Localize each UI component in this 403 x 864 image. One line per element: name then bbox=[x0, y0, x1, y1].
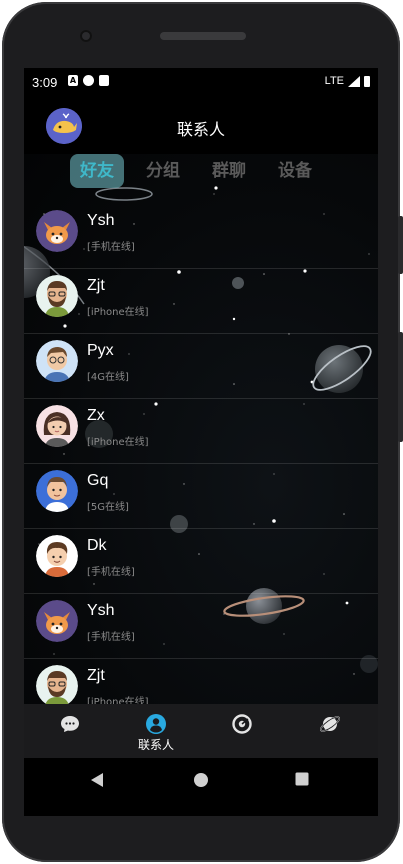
notification-icons: A bbox=[68, 75, 109, 86]
planet-icon bbox=[320, 716, 340, 732]
earpiece-speaker bbox=[160, 32, 246, 40]
nav-moments[interactable] bbox=[212, 704, 272, 758]
nav-contacts-label: 联系人 bbox=[137, 738, 174, 752]
contact-row[interactable]: Pyx [4G在线] bbox=[24, 334, 378, 399]
contact-name: Zjt bbox=[87, 277, 105, 294]
status-time: 3:09 bbox=[32, 75, 58, 90]
moments-icon bbox=[232, 714, 252, 734]
signal-icon bbox=[348, 75, 360, 87]
contact-row[interactable]: Zjt [iPhone在线] bbox=[24, 659, 378, 704]
contacts-panel: 好友 分组 群聊 设备 Ysh [手机在线] Zjt [iPhone在线] Py… bbox=[24, 154, 378, 704]
contact-status: [iPhone在线] bbox=[87, 437, 149, 448]
bearded-man-avatar bbox=[36, 665, 78, 704]
contacts-icon bbox=[146, 714, 166, 734]
tab-group-chats[interactable]: 群聊 bbox=[202, 154, 256, 188]
contact-status: [5G在线] bbox=[87, 502, 129, 513]
contact-row[interactable]: Gq [5G在线] bbox=[24, 464, 378, 529]
network-type: LTE bbox=[324, 75, 344, 87]
woman-avatar bbox=[36, 405, 78, 447]
contact-row[interactable]: Zx [iPhone在线] bbox=[24, 399, 378, 464]
contact-status: [iPhone在线] bbox=[87, 307, 149, 318]
app-notification-icon bbox=[83, 75, 94, 86]
contact-name: Zjt bbox=[87, 667, 105, 684]
contact-tabs: 好友 分组 群聊 设备 bbox=[70, 154, 322, 188]
status-bar: 3:09 A LTE bbox=[24, 68, 378, 96]
page-title: 联系人 bbox=[176, 120, 225, 139]
tab-friends[interactable]: 好友 bbox=[70, 154, 124, 188]
nav-explore[interactable] bbox=[300, 704, 360, 758]
boy-avatar bbox=[36, 535, 78, 577]
system-navigation bbox=[24, 758, 378, 816]
contact-name: Gq bbox=[87, 472, 109, 489]
contact-row[interactable]: Ysh [手机在线] bbox=[24, 594, 378, 659]
contact-row[interactable]: Ysh [手机在线] bbox=[24, 204, 378, 269]
contact-status: [4G在线] bbox=[87, 372, 129, 383]
contact-status: [iPhone在线] bbox=[87, 697, 149, 704]
chat-bubble-icon bbox=[61, 716, 79, 732]
fox-avatar bbox=[36, 600, 78, 642]
front-camera bbox=[80, 30, 92, 42]
status-right: LTE bbox=[325, 75, 370, 87]
contact-status: [手机在线] bbox=[87, 632, 135, 643]
bottom-nav: 联系人 bbox=[24, 704, 378, 758]
contact-row[interactable]: Zjt [iPhone在线] bbox=[24, 269, 378, 334]
battery-icon bbox=[364, 75, 370, 87]
contact-name: Dk bbox=[87, 537, 107, 554]
fox-avatar bbox=[36, 210, 78, 252]
top-bar: 联系人 bbox=[24, 96, 378, 154]
tab-devices[interactable]: 设备 bbox=[268, 154, 322, 188]
contact-row[interactable]: Dk [手机在线] bbox=[24, 529, 378, 594]
glasses-man-avatar bbox=[36, 340, 78, 382]
contact-name: Ysh bbox=[87, 602, 115, 619]
contact-status: [手机在线] bbox=[87, 242, 135, 253]
nav-messages[interactable] bbox=[40, 704, 100, 758]
bearded-man-avatar bbox=[36, 275, 78, 317]
back-icon[interactable] bbox=[90, 772, 104, 788]
phone-frame: 3:09 A LTE 联系人 好友 分组 群聊 设备 Ysh [手机在线] Zj… bbox=[2, 2, 403, 862]
sim-icon bbox=[99, 75, 109, 86]
recents-icon[interactable] bbox=[295, 772, 309, 786]
app-screen: 3:09 A LTE 联系人 好友 分组 群聊 设备 Ysh [手机在线] Zj… bbox=[24, 68, 378, 816]
contact-status: [手机在线] bbox=[87, 567, 135, 578]
a-notification-icon: A bbox=[68, 75, 78, 86]
volume-button bbox=[398, 216, 403, 274]
contact-list: Ysh [手机在线] Zjt [iPhone在线] Pyx [4G在线] Zx … bbox=[24, 204, 378, 704]
home-icon[interactable] bbox=[193, 772, 209, 788]
power-button bbox=[398, 332, 403, 442]
nav-contacts[interactable]: 联系人 bbox=[126, 704, 186, 758]
contact-name: Zx bbox=[87, 407, 105, 424]
blue-man-avatar bbox=[36, 470, 78, 512]
tab-groups[interactable]: 分组 bbox=[136, 154, 190, 188]
contact-name: Pyx bbox=[87, 342, 114, 359]
contact-name: Ysh bbox=[87, 212, 115, 229]
